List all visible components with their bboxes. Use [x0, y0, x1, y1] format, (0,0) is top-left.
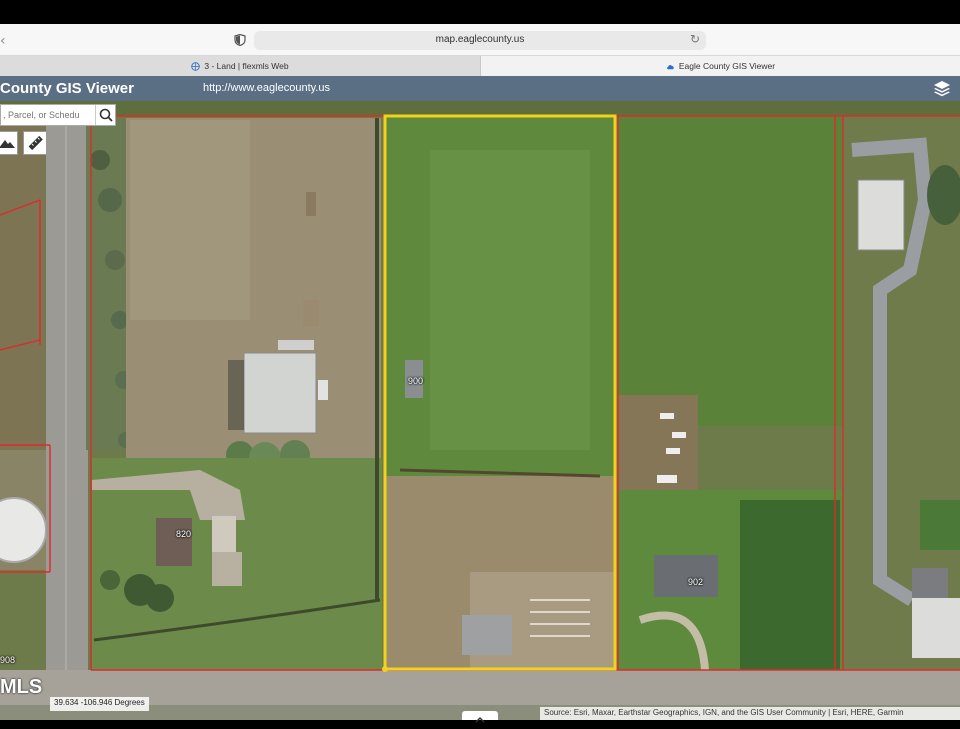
- barn: [857, 179, 905, 251]
- road-vertical: [46, 116, 88, 720]
- globe-icon: [191, 61, 201, 71]
- top-black-bar: [0, 0, 960, 24]
- tab-bar: 3 - Land | flexmls Web Eagle County GIS …: [0, 56, 960, 76]
- satellite-map[interactable]: [0, 101, 960, 720]
- house-908: [912, 568, 948, 598]
- ruler-icon: [28, 135, 43, 151]
- map-imagery: [0, 101, 960, 720]
- parcel-label-902: 902: [688, 577, 704, 587]
- parcel-label-900: 900: [408, 376, 424, 386]
- back-arrow-icon[interactable]: ‹: [0, 33, 6, 49]
- right-field: [618, 116, 843, 426]
- mountain-icon: [0, 140, 15, 148]
- basemap-button[interactable]: [0, 131, 18, 155]
- expand-panel-button[interactable]: [462, 711, 498, 723]
- shield-icon[interactable]: [234, 34, 246, 46]
- app-title: County GIS Viewer: [0, 80, 134, 97]
- cloud-icon: [666, 64, 674, 69]
- mls-watermark: MLS: [0, 676, 43, 698]
- parcel-label-820: 820: [176, 529, 192, 539]
- tab-label: Eagle County GIS Viewer: [678, 61, 776, 71]
- house-820: [156, 518, 192, 566]
- metal-building: [243, 352, 317, 434]
- layers-icon[interactable]: [933, 80, 951, 97]
- search-input[interactable]: [1, 105, 95, 125]
- app-url-link[interactable]: http://www.eaglecounty.us: [203, 82, 330, 94]
- tab-gis-viewer[interactable]: Eagle County GIS Viewer: [481, 56, 960, 76]
- app-header: County GIS Viewer http://www.eaglecounty…: [0, 76, 960, 101]
- address-bar[interactable]: map.eaglecounty.us ↻: [254, 31, 706, 50]
- search-button[interactable]: [95, 105, 116, 125]
- measure-button[interactable]: [23, 131, 47, 155]
- parcel-label-908: 908: [0, 655, 16, 665]
- tab-flexmls[interactable]: 3 - Land | flexmls Web: [0, 56, 481, 76]
- search-box: [0, 104, 116, 126]
- left-lot: [0, 116, 45, 451]
- address-text: map.eaglecounty.us: [435, 34, 525, 45]
- tab-label: 3 - Land | flexmls Web: [204, 61, 289, 71]
- reload-icon[interactable]: ↻: [690, 32, 700, 46]
- house-902: [654, 555, 718, 597]
- map-attribution: Source: Esri, Maxar, Earthstar Geographi…: [540, 707, 960, 720]
- search-icon: [99, 108, 113, 122]
- coordinate-readout: 39.634 -106.946 Degrees: [50, 697, 149, 711]
